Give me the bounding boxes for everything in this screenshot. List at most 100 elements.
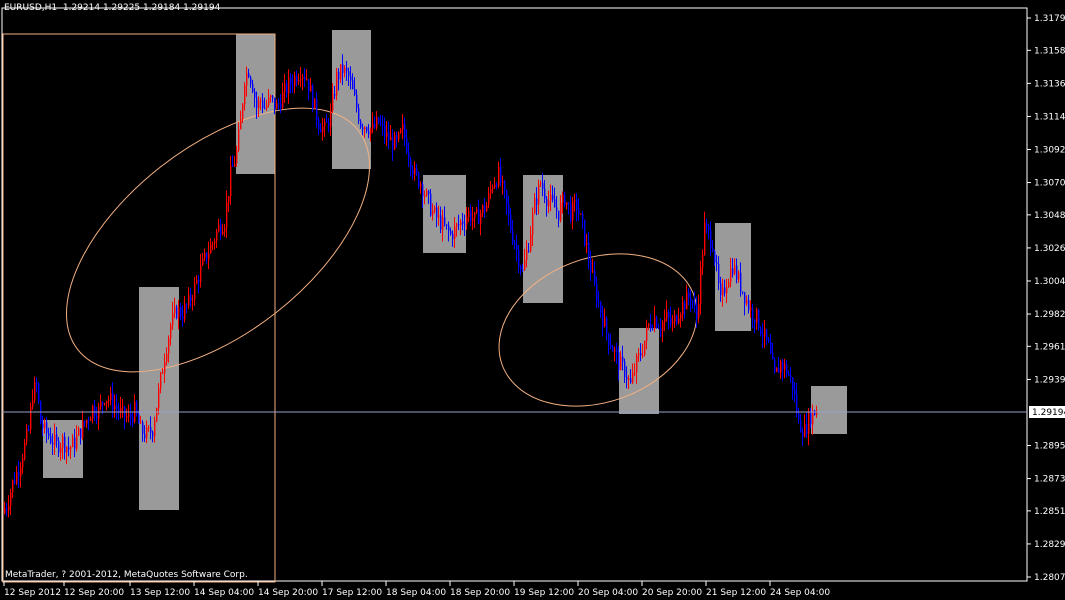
candle-body xyxy=(780,361,782,373)
candle-body xyxy=(4,508,6,514)
candle-body xyxy=(718,263,720,284)
candle-body xyxy=(118,408,120,412)
candle-body xyxy=(588,242,590,261)
candle-body xyxy=(578,209,580,214)
candle-body xyxy=(784,364,786,370)
candle-body xyxy=(620,356,622,370)
candle-body xyxy=(608,333,610,345)
candle-body xyxy=(130,413,132,417)
candle-body xyxy=(662,322,664,331)
candle-body xyxy=(86,420,88,424)
candle-body xyxy=(18,471,20,477)
candle-body xyxy=(8,505,10,511)
candle-body xyxy=(420,184,422,187)
x-tick-label: 14 Sep 20:00 xyxy=(258,588,318,598)
candle-body xyxy=(576,200,578,210)
candle-body xyxy=(170,325,172,339)
candle-body xyxy=(634,372,636,374)
candle-body xyxy=(368,131,370,135)
candle-body xyxy=(314,98,316,109)
candle-body xyxy=(516,245,518,250)
candle-body xyxy=(424,195,426,197)
candle-body xyxy=(44,422,46,429)
x-tick-label: 18 Sep 04:00 xyxy=(386,588,446,598)
candle-body xyxy=(642,354,644,356)
candle-body xyxy=(68,447,70,450)
candle-body xyxy=(362,127,364,130)
chart-header: EURUSD,H1 1.29214 1.29225 1.29184 1.2919… xyxy=(4,3,220,13)
candle-body xyxy=(138,414,140,424)
candle-body xyxy=(610,344,612,348)
candle-body xyxy=(804,424,806,437)
candle-body xyxy=(372,123,374,129)
candle-body xyxy=(28,429,30,431)
candle-body xyxy=(738,272,740,280)
candle-body xyxy=(812,410,814,425)
candle-body xyxy=(312,85,314,109)
candle-body xyxy=(480,213,482,224)
candle-body xyxy=(212,243,214,245)
candle-body xyxy=(646,326,648,341)
candle-body xyxy=(270,95,272,98)
candle-body xyxy=(266,104,268,109)
candle-body xyxy=(112,393,114,410)
y-tick-label: 1.29825 xyxy=(1034,310,1065,320)
y-tick-label: 1.31360 xyxy=(1034,79,1065,89)
candle-body xyxy=(144,433,146,439)
candle-body xyxy=(166,353,168,363)
candle-body xyxy=(272,95,274,98)
candle-body xyxy=(150,427,152,433)
candle-body xyxy=(196,279,198,284)
chart-window[interactable]: 1.31795 1.31580 1.31360 1.31140 1.30920 1.307… xyxy=(0,0,1065,600)
candle-body xyxy=(326,121,328,123)
candle-body xyxy=(106,400,108,404)
candle-body xyxy=(284,83,286,92)
candle-body xyxy=(520,266,522,270)
candle-body xyxy=(530,234,532,252)
candle-body xyxy=(606,317,608,334)
candle-body xyxy=(354,89,356,95)
candle-body xyxy=(374,123,376,128)
x-tick-label: 20 Sep 04:00 xyxy=(578,588,638,598)
candle-body xyxy=(62,436,64,448)
candle-body xyxy=(726,287,728,294)
candle-body xyxy=(740,272,742,292)
candle-body xyxy=(696,305,698,319)
price-chart[interactable]: 1.31795 1.31580 1.31360 1.31140 1.30920 1.307… xyxy=(0,0,1065,600)
candle-body xyxy=(684,302,686,310)
candle-body xyxy=(558,210,560,221)
candle-body xyxy=(544,188,546,200)
candle-body xyxy=(376,117,378,128)
candle-body xyxy=(322,126,324,133)
candle-body xyxy=(70,447,72,450)
candle-body xyxy=(710,230,712,248)
candle-body xyxy=(758,309,760,329)
candle-body xyxy=(46,422,48,434)
x-tick-label: 12 Sep 2012 xyxy=(4,588,61,598)
candle-body xyxy=(500,166,502,183)
candle-body xyxy=(748,299,750,310)
candle-body xyxy=(774,359,776,372)
candle-body xyxy=(12,480,14,493)
candle-body xyxy=(598,301,600,303)
candle-body xyxy=(42,423,44,429)
candle-body xyxy=(262,100,264,109)
candle-body xyxy=(690,298,692,301)
candle-body xyxy=(330,110,332,127)
candle-body xyxy=(406,137,408,153)
y-tick-label: 1.28075 xyxy=(1034,573,1065,583)
y-tick-label: 1.31795 xyxy=(1034,14,1065,24)
candle-body xyxy=(176,307,178,318)
candle-body xyxy=(80,428,82,439)
candle-body xyxy=(400,129,402,133)
candle-body xyxy=(720,283,722,296)
candle-body xyxy=(448,225,450,232)
candle-body xyxy=(76,435,78,449)
candle-body xyxy=(680,314,682,319)
candle-body xyxy=(402,123,404,130)
candle-body xyxy=(96,415,98,419)
current-price-label: 1.29194 xyxy=(1032,408,1065,418)
candle-body xyxy=(192,299,194,301)
candle-body xyxy=(240,119,242,130)
candle-body xyxy=(142,422,144,434)
